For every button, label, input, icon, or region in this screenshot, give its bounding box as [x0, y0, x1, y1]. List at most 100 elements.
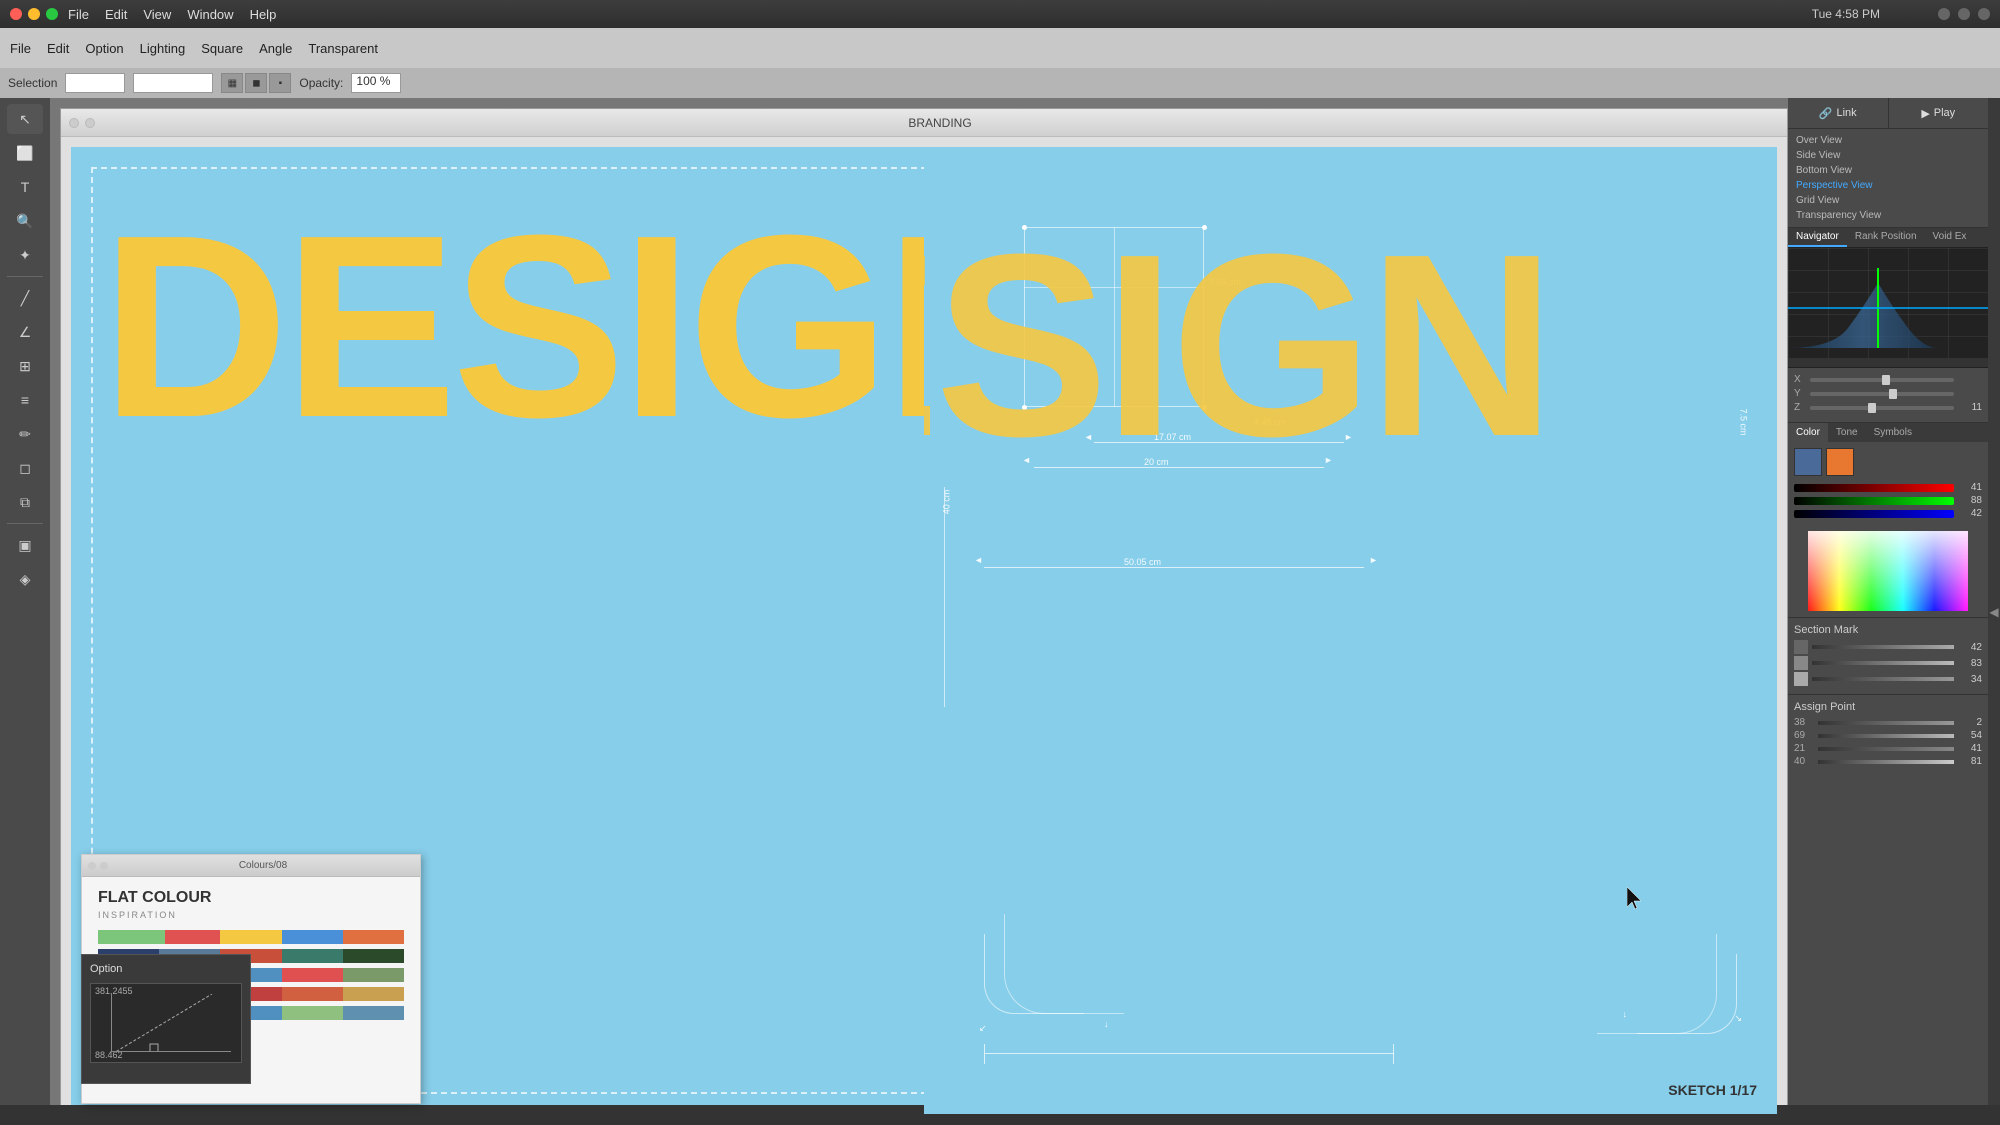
swatch-orange[interactable]: [1826, 448, 1854, 476]
toolbar-angle[interactable]: Angle: [259, 41, 292, 56]
tab-color[interactable]: Color: [1788, 423, 1828, 442]
color-row-1: 41: [1794, 482, 1982, 493]
color-row-3: 42: [1794, 508, 1982, 519]
sidebar-angle-tool[interactable]: ∠: [7, 317, 43, 347]
nav-tab-rankposition[interactable]: Rank Position: [1847, 228, 1925, 247]
fc-window-title: Colours/08: [112, 860, 414, 871]
menu-help[interactable]: Help: [250, 7, 277, 22]
doc-titlebar: BRANDING: [61, 109, 1787, 137]
toolbar-file[interactable]: File: [10, 41, 31, 56]
doc-minimize[interactable]: [85, 118, 95, 128]
doc-close[interactable]: [69, 118, 79, 128]
icon-btn-1[interactable]: ▦: [221, 73, 243, 93]
minimize-button[interactable]: [28, 8, 40, 20]
view-gridview[interactable]: Grid View: [1792, 193, 1984, 208]
sidebar-eraser-tool[interactable]: ◻: [7, 453, 43, 483]
ap-label-4: 40: [1794, 756, 1814, 767]
sidebar-layer-tool[interactable]: ⧉: [7, 487, 43, 517]
view-transparencyview[interactable]: Transparency View: [1792, 208, 1984, 223]
menu-file[interactable]: File: [68, 7, 89, 22]
close-button[interactable]: [10, 8, 22, 20]
arrow-right-3: ►: [1369, 555, 1378, 565]
icon-btn-2[interactable]: ◼: [245, 73, 267, 93]
selection-toolbar: Selection ▦ ◼ ▪ Opacity: 100 %: [0, 68, 2000, 98]
sm-swatch-1: [1794, 640, 1808, 654]
color-slider-3[interactable]: [1794, 510, 1954, 518]
color-slider-2[interactable]: [1794, 497, 1954, 505]
fc-minimize[interactable]: [100, 862, 108, 870]
ap-slider-3[interactable]: [1818, 747, 1954, 751]
sm-val-1: 42: [1958, 642, 1982, 653]
sm-row-1: 42: [1794, 640, 1982, 654]
icon-btn-3[interactable]: ▪: [269, 73, 291, 93]
link-button[interactable]: 🔗 Link: [1788, 98, 1889, 128]
color-slider-1[interactable]: [1794, 484, 1954, 492]
menu-view[interactable]: View: [143, 7, 171, 22]
design-text: DESIGN: [101, 197, 1068, 457]
tab-symbols[interactable]: Symbols: [1866, 423, 1920, 442]
sm-swatch-3: [1794, 672, 1808, 686]
ap-label-3: 21: [1794, 743, 1814, 754]
wc-btn-3[interactable]: [1978, 8, 1990, 20]
sidebar-grid-tool[interactable]: ⊞: [7, 351, 43, 381]
sidebar-shape-tool[interactable]: ⬜: [7, 138, 43, 168]
sidebar-pointer-tool[interactable]: ↖: [7, 104, 43, 134]
ap-val-1: 2: [1958, 717, 1982, 728]
sm-slider-2[interactable]: [1812, 661, 1954, 665]
toolbar-transparent[interactable]: Transparent: [308, 41, 378, 56]
sidebar-search-tool[interactable]: 🔍: [7, 206, 43, 236]
ap-label-1: 38: [1794, 717, 1814, 728]
play-button[interactable]: ▶ Play: [1889, 98, 1989, 128]
menu-edit[interactable]: Edit: [105, 7, 127, 22]
swatch-blue[interactable]: [1794, 448, 1822, 476]
wc-btn-2[interactable]: [1958, 8, 1970, 20]
sidebar-line-tool[interactable]: ╱: [7, 283, 43, 313]
maximize-button[interactable]: [46, 8, 58, 20]
curve-arrow-3: ↘: [1734, 1013, 1742, 1024]
fc-close[interactable]: [88, 862, 96, 870]
y-row: Y: [1794, 388, 1982, 399]
toolbar-square[interactable]: Square: [201, 41, 243, 56]
collapse-handle[interactable]: ◀: [1988, 98, 2000, 1125]
main-area: ↖ ⬜ T 🔍 ✦ ╱ ∠ ⊞ ≡ ✏ ◻ ⧉ ▣ ◈ BRANDING: [0, 98, 2000, 1125]
sidebar-color-tool[interactable]: ◈: [7, 564, 43, 594]
ap-slider-1[interactable]: [1818, 721, 1954, 725]
selection-label: Selection: [8, 76, 57, 90]
nav-tab-voidex[interactable]: Void Ex: [1925, 228, 1975, 247]
toolbar-lighting[interactable]: Lighting: [140, 41, 186, 56]
sidebar-text-tool[interactable]: T: [7, 172, 43, 202]
z-slider[interactable]: [1810, 406, 1954, 410]
curve-arrow-2: ↓: [1104, 1019, 1109, 1029]
view-perspectiveview[interactable]: Perspective View: [1792, 178, 1984, 193]
selection-box2[interactable]: [133, 73, 213, 93]
view-bottomview[interactable]: Bottom View: [1792, 163, 1984, 178]
sidebar-transform-tool[interactable]: ✦: [7, 240, 43, 270]
color-val-2: 88: [1958, 495, 1982, 506]
sm-slider-3[interactable]: [1812, 677, 1954, 681]
opacity-value[interactable]: 100 %: [351, 73, 401, 93]
x-slider[interactable]: [1810, 378, 1954, 382]
ap-slider-4[interactable]: [1818, 760, 1954, 764]
tab-tone[interactable]: Tone: [1828, 423, 1866, 442]
sidebar-fill-tool[interactable]: ▣: [7, 530, 43, 560]
view-overview[interactable]: Over View: [1792, 133, 1984, 148]
toolbar-option[interactable]: Option: [85, 41, 123, 56]
color-wheel-canvas[interactable]: [1808, 531, 1968, 611]
sidebar-pen-tool[interactable]: ✏: [7, 419, 43, 449]
sidebar-bar-tool[interactable]: ≡: [7, 385, 43, 415]
bottom-ruler: [984, 1053, 1394, 1054]
play-label: Play: [1934, 107, 1955, 119]
sm-slider-1[interactable]: [1812, 645, 1954, 649]
menu-window[interactable]: Window: [187, 7, 233, 22]
color-wheel[interactable]: [1808, 531, 1968, 611]
sm-val-3: 34: [1958, 674, 1982, 685]
color-wheel-container: [1788, 525, 1988, 617]
y-slider[interactable]: [1810, 392, 1954, 396]
ap-slider-2[interactable]: [1818, 734, 1954, 738]
assign-point-title: Assign Point: [1794, 701, 1982, 713]
view-sideview[interactable]: Side View: [1792, 148, 1984, 163]
toolbar-edit[interactable]: Edit: [47, 41, 69, 56]
wc-btn-1[interactable]: [1938, 8, 1950, 20]
selection-box1[interactable]: [65, 73, 125, 93]
nav-tab-navigator[interactable]: Navigator: [1788, 228, 1847, 247]
